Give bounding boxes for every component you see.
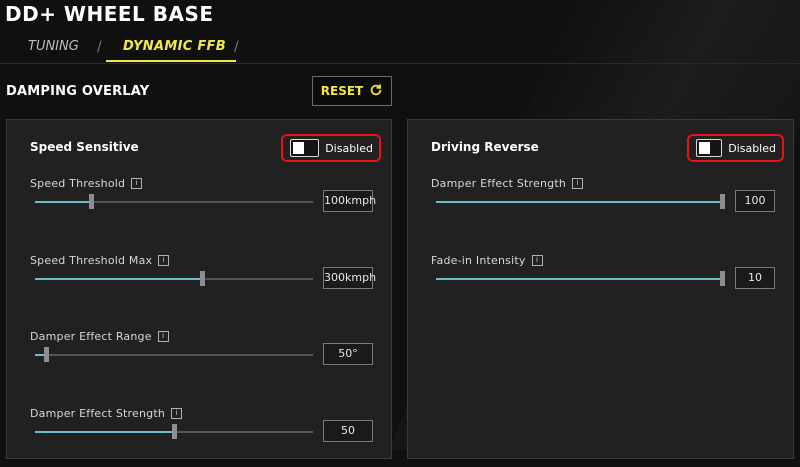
value-field[interactable]: 50 <box>323 420 373 442</box>
toggle-label: Disabled <box>728 141 776 155</box>
setting-label-text: Fade-in Intensity <box>431 254 526 267</box>
value-field[interactable]: 100kmph <box>323 190 376 212</box>
info-icon[interactable]: i <box>157 331 169 342</box>
toggle-switch[interactable] <box>290 139 320 157</box>
section-title: DAMPING OVERLAY <box>6 84 150 99</box>
info-icon[interactable]: i <box>158 255 170 266</box>
tab-dynamic-ffb[interactable]: DYNAMIC FFB <box>123 36 226 60</box>
setting-label: Damper Effect Range i <box>30 330 169 343</box>
info-icon[interactable]: i <box>171 408 182 419</box>
setting-label: Damper Effect Strength i <box>30 407 182 420</box>
app-title: DD+ WHEEL BASE <box>5 2 214 26</box>
setting-label: Speed Threshold Max i <box>30 254 170 267</box>
slider-fill <box>35 201 91 203</box>
slider-thumb[interactable] <box>720 271 725 286</box>
slider-fill <box>436 201 722 203</box>
reset-button[interactable]: RESET <box>312 76 392 106</box>
slider-thumb[interactable] <box>44 347 50 362</box>
toggle-switch[interactable] <box>696 139 723 157</box>
info-icon[interactable]: i <box>131 178 143 189</box>
refresh-icon <box>369 83 383 100</box>
setting-damper-effect-strength: Damper Effect Strength i 100 <box>408 177 793 237</box>
divider <box>0 63 800 64</box>
toggle-knob <box>293 142 304 154</box>
active-tab-indicator <box>106 60 236 62</box>
reset-button-label: RESET <box>320 84 364 98</box>
setting-damper-effect-strength: Damper Effect Strength i 50 <box>7 407 391 467</box>
slider-thumb[interactable] <box>88 194 94 209</box>
slider-fill <box>35 431 174 433</box>
setting-fade-in-intensity: Fade-in Intensity i 10 <box>408 254 793 314</box>
info-icon[interactable]: i <box>572 178 583 189</box>
slider-fill <box>436 278 722 280</box>
slider-track[interactable] <box>35 347 313 362</box>
tab-bar: TUNING / DYNAMIC FFB / <box>0 36 800 62</box>
speed-sensitive-toggle[interactable]: Disabled <box>281 134 381 162</box>
setting-damper-effect-range: Damper Effect Range i 50° <box>7 330 391 390</box>
slider-track[interactable] <box>35 194 313 209</box>
panel-driving-reverse: Driving Reverse Disabled Damper Effect S… <box>407 119 794 459</box>
value-field[interactable]: 300kmph <box>323 267 376 289</box>
slider-thumb[interactable] <box>199 271 205 286</box>
slider-track[interactable] <box>35 424 313 439</box>
tab-separator: / <box>97 39 102 55</box>
setting-label: Speed Threshold i <box>30 177 143 190</box>
setting-label-text: Damper Effect Range <box>30 330 152 343</box>
setting-label-text: Speed Threshold <box>30 177 126 190</box>
setting-label-text: Damper Effect Strength <box>431 177 566 190</box>
slider-track[interactable] <box>35 271 313 286</box>
slider-fill <box>35 278 202 280</box>
value-field[interactable]: 100 <box>735 190 775 212</box>
info-icon[interactable]: i <box>531 255 543 266</box>
panel-title: Speed Sensitive <box>30 140 139 154</box>
panel-title: Driving Reverse <box>431 140 539 154</box>
toggle-knob <box>699 142 710 154</box>
setting-speed-threshold: Speed Threshold i 100kmph <box>7 177 391 237</box>
slider-track[interactable] <box>436 194 725 209</box>
driving-reverse-toggle[interactable]: Disabled <box>687 134 784 162</box>
setting-label: Fade-in Intensity i <box>431 254 543 267</box>
tab-separator: / <box>234 39 239 55</box>
value-field[interactable]: 10 <box>735 267 775 289</box>
tab-tuning[interactable]: TUNING <box>28 36 79 60</box>
setting-label-text: Damper Effect Strength <box>30 407 165 420</box>
panel-speed-sensitive: Speed Sensitive Disabled Speed Threshold… <box>6 119 392 459</box>
setting-speed-threshold-max: Speed Threshold Max i 300kmph <box>7 254 391 314</box>
slider-thumb[interactable] <box>720 194 725 209</box>
setting-label-text: Speed Threshold Max <box>30 254 153 267</box>
setting-label: Damper Effect Strength i <box>431 177 583 190</box>
slider-thumb[interactable] <box>172 424 177 439</box>
value-field[interactable]: 50° <box>323 343 373 365</box>
slider-track[interactable] <box>436 271 725 286</box>
toggle-label: Disabled <box>325 141 373 155</box>
